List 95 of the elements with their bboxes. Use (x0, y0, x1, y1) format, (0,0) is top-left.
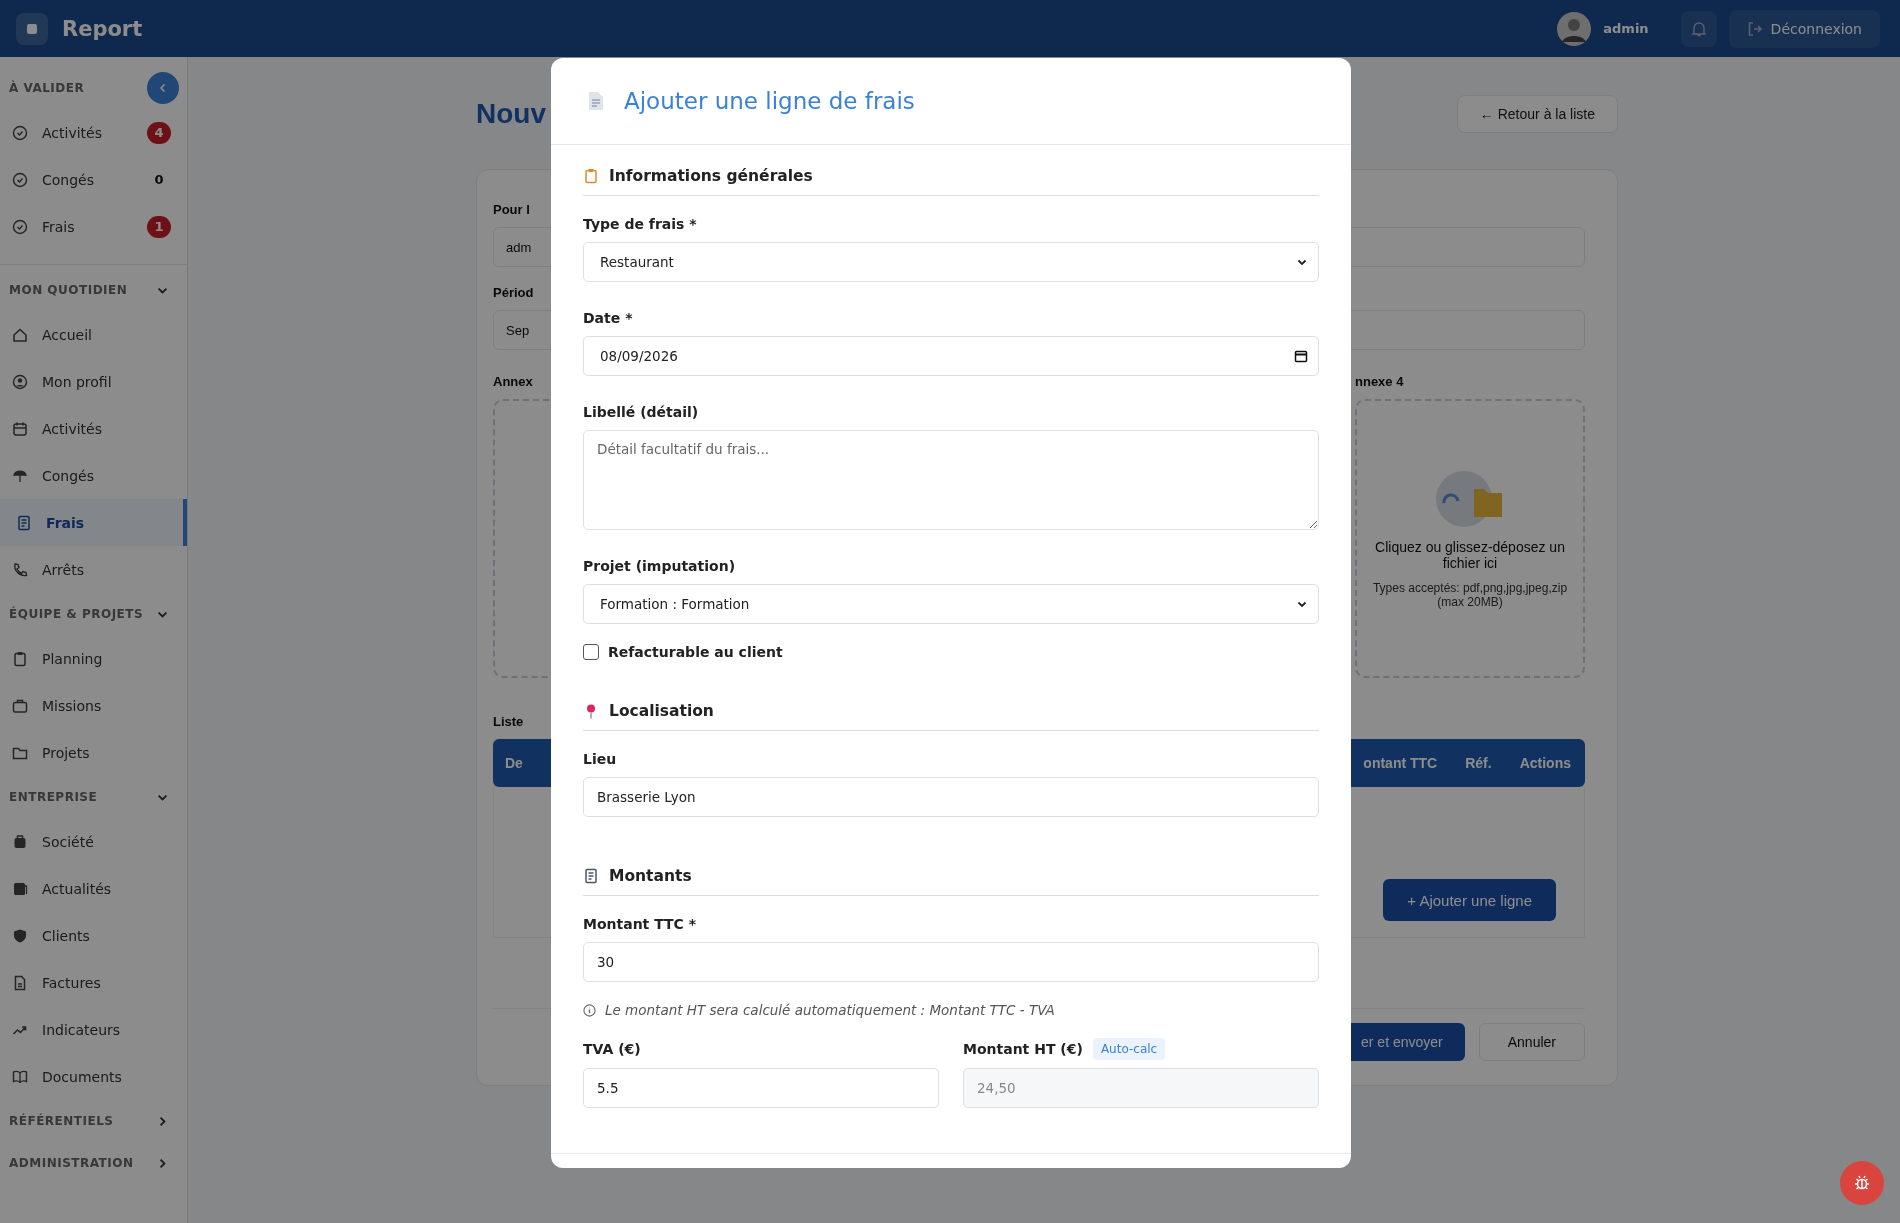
bell-icon (1690, 20, 1707, 37)
field-label: Type de frais * (583, 216, 698, 232)
info-icon (583, 1003, 596, 1017)
nav-icon (12, 420, 28, 437)
section-heading: Localisation (609, 702, 714, 720)
detail-textarea[interactable]: Détail facultatif du frais... (583, 430, 1319, 530)
dropzone[interactable]: Cliquez ou glissez-déposez un fichier ici Types acceptés: pdf,png,jpg,jpeg,zip (max 20MB) (1355, 399, 1585, 678)
nav-icon (12, 1068, 28, 1085)
section-heading: Montants (609, 867, 692, 885)
nav-item[interactable]: Congés (0, 452, 187, 499)
amount-field[interactable]: 24,50 (963, 1068, 1319, 1108)
field-label: nnexe 4 (1355, 374, 1405, 389)
section-heading: Informations générales (609, 167, 813, 185)
input-field[interactable]: Brasserie Lyon (583, 777, 1319, 817)
column-header: De (505, 755, 523, 771)
hint-text: Le montant HT sera calculé automatiquement : Montant TTC - TVA (605, 1002, 1055, 1018)
nav-icon (12, 218, 28, 235)
nav-item[interactable]: Congés 0 (0, 156, 187, 203)
auto-calc-tag: Auto-calc (1092, 1038, 1166, 1060)
avatar-icon[interactable] (1557, 11, 1592, 46)
nav-item[interactable]: Clients (0, 912, 187, 959)
nav-item[interactable]: Documents (0, 1053, 187, 1100)
field-label: Pour l (493, 202, 531, 217)
field-label: Montant TTC * (583, 916, 698, 932)
dropzone-hint: Types acceptés: pdf,png,jpg,jpeg,zip (max 20MB) (1371, 580, 1569, 609)
field-label: Montant HT (€) (963, 1041, 1083, 1057)
add-line-button[interactable]: + Ajouter une ligne (1383, 879, 1556, 921)
checkbox[interactable] (583, 644, 599, 660)
field-label: Date * (583, 310, 634, 326)
section-title: ÉQUIPE & PROJETS (9, 607, 144, 621)
nav-icon (12, 171, 28, 188)
receipt-icon (583, 868, 599, 884)
nav-icon (12, 880, 28, 897)
clipboard-icon (583, 168, 599, 184)
nav-item[interactable]: Frais 1 (0, 203, 187, 250)
nav-item[interactable]: Projets (0, 729, 187, 776)
dropzone-text: Cliquez ou glissez-déposez un fichier ici (1374, 538, 1566, 571)
nav-item[interactable]: Missions (0, 682, 187, 729)
modal-title: Ajouter une ligne de frais (624, 88, 915, 114)
nav-item[interactable]: Factures (0, 959, 187, 1006)
app-name: Report (62, 16, 143, 41)
back-button[interactable]: ← Retour à la liste (1456, 95, 1618, 133)
count-badge: 1 (147, 215, 171, 238)
collapse-button[interactable] (147, 72, 179, 104)
nav-icon (12, 326, 28, 343)
input-field[interactable]: 30 (583, 942, 1319, 982)
count-badge: 4 (147, 121, 171, 144)
nav-icon (16, 514, 32, 531)
section-title: À VALIDER (9, 81, 85, 95)
nav-icon (12, 697, 28, 714)
checkbox-label: Refacturable au client (608, 644, 783, 660)
logout-icon (1746, 20, 1763, 37)
nav-item[interactable]: Actualités (0, 865, 187, 912)
amount-field[interactable]: 5.5 (583, 1068, 939, 1108)
list-title: Liste (493, 714, 525, 729)
column-header: Réf. (1465, 755, 1492, 771)
section-title: ENTREPRISE (9, 790, 98, 804)
nav-icon (12, 974, 28, 991)
field-label: Projet (imputation) (583, 558, 737, 574)
user-name: admin (1603, 21, 1649, 36)
select-field[interactable]: Formation : Formation (583, 584, 1319, 624)
column-header: Actions (1519, 755, 1571, 771)
nav-item[interactable]: Indicateurs (0, 1006, 187, 1053)
column-header: ontant TTC (1363, 755, 1438, 771)
count-text: 0 (153, 171, 165, 189)
nav-icon (12, 373, 28, 390)
nav-item[interactable]: Planning (0, 635, 187, 682)
nav-icon (12, 124, 28, 141)
nav-item[interactable]: Société (0, 818, 187, 865)
field-label: TVA (€) (583, 1041, 641, 1057)
field-label: Libellé (détail) (583, 404, 700, 420)
nav-item[interactable]: Arrêts (0, 546, 187, 593)
document-icon (587, 91, 605, 111)
field-label: Périod (493, 285, 535, 300)
page-title: Nouv (476, 98, 546, 130)
nav-item[interactable]: Activités 4 (0, 109, 187, 156)
field-label: Annex (493, 374, 534, 389)
nav-item[interactable]: Frais (0, 499, 187, 546)
section-title: RÉFÉRENTIELS (9, 1114, 114, 1128)
select-field[interactable]: Restaurant (583, 242, 1319, 282)
cancel-button[interactable]: Annuler (1478, 1023, 1585, 1061)
date-field[interactable]: 08/09/2026 (583, 336, 1319, 376)
nav-item[interactable]: Accueil (0, 311, 187, 358)
nav-icon (12, 561, 28, 578)
calendar-icon[interactable] (1294, 349, 1308, 363)
nav-icon (12, 927, 28, 944)
bug-report-button[interactable] (1840, 1161, 1884, 1205)
nav-item[interactable]: Mon profil (0, 358, 187, 405)
nav-icon (12, 833, 28, 850)
section-title: MON QUOTIDIEN (9, 283, 128, 297)
chevron-left-icon (158, 83, 168, 93)
nav-item[interactable]: Activités (0, 405, 187, 452)
section-title: ADMINISTRATION (9, 1156, 134, 1170)
field-label: Lieu (583, 751, 618, 767)
nav-icon (12, 650, 28, 667)
